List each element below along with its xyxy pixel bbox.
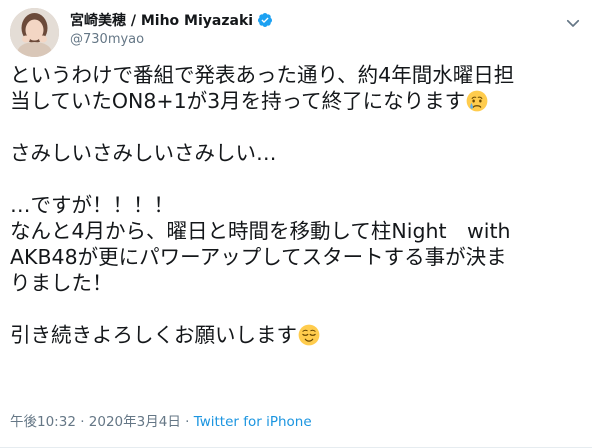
display-name[interactable]: 宮崎美穂 / Miho Miyazaki [70,10,253,30]
avatar[interactable] [10,8,59,57]
verified-badge-icon [258,13,273,27]
user-block: 宮崎美穂 / Miho Miyazaki @730myao [70,10,273,47]
tweet-time[interactable]: 午後10:32 [10,414,76,430]
tweet-meta: 午後10:32 · 2020年3月4日 · Twitter for iPhone [10,410,312,430]
tweet-card: 宮崎美穂 / Miho Miyazaki @730myao というわけで番組で発… [0,0,592,448]
tweet-line: なんと4月から、曜日と時間を移動して柱Night with [10,219,511,243]
tweet-text: というわけで番組で発表あった通り、約4年間水曜日担 当していたON8+1が3月を… [10,62,582,348]
tweet-line: 当していたON8+1が3月を持って終了になります [10,88,582,114]
tweet-line: AKB48が更にパワーアップしてスタートする事が決ま [10,245,507,269]
user-handle[interactable]: @730myao [70,32,273,47]
tweet-line: さみしいさみしいさみしい… [10,141,277,165]
tweet-source-link[interactable]: Twitter for iPhone [194,414,312,430]
tweet-line-text: 当していたON8+1が3月を持って終了になります [10,89,466,113]
tweet-line: 引き続きよろしくお願いします [10,322,582,348]
avatar-image [10,8,59,57]
chevron-down-icon[interactable] [564,14,582,32]
meta-separator: · [180,414,194,430]
relieved-face-icon [298,324,320,346]
tweet-line: …ですが！！！！ [10,193,174,217]
name-row: 宮崎美穂 / Miho Miyazaki [70,10,273,30]
meta-separator: · [75,414,89,430]
crying-face-icon [466,90,488,112]
tweet-date[interactable]: 2020年3月4日 [89,414,181,430]
tweet-line: りました！ [10,271,113,295]
tweet-line-text: 引き続きよろしくお願いします [10,323,297,347]
tweet-line: というわけで番組で発表あった通り、約4年間水曜日担 [10,63,515,87]
